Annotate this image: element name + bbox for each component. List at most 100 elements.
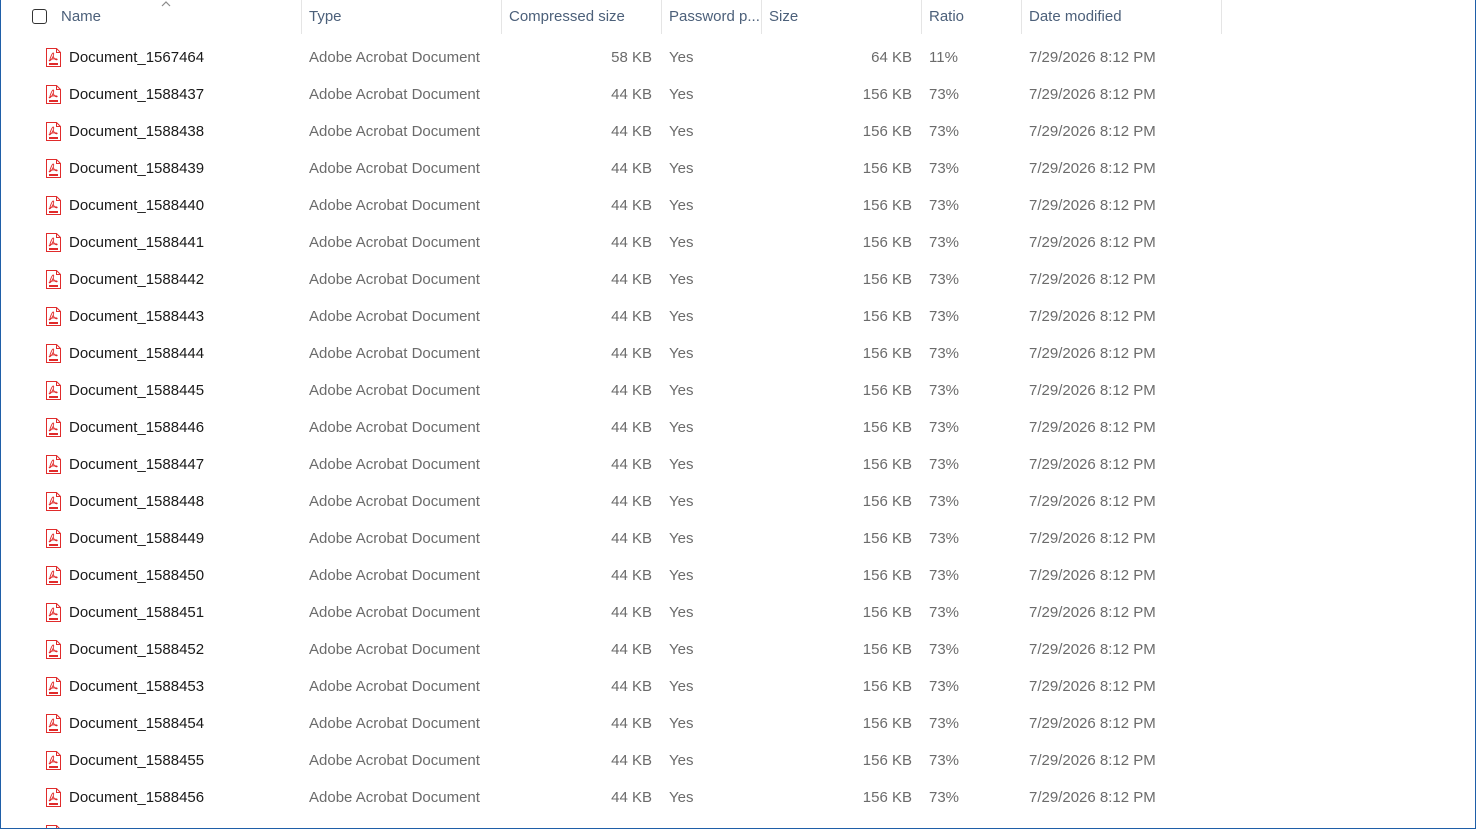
table-row[interactable]: Document_1588441 Adobe Acrobat Document 44… [1, 224, 1475, 261]
column-header-date-modified[interactable]: Date modified [1022, 0, 1221, 34]
file-size: 156 KB [862, 234, 912, 251]
file-size: 156 KB [862, 493, 912, 510]
file-type: Adobe Acrobat Document [309, 604, 480, 621]
compression-ratio: 73% [929, 530, 960, 547]
pdf-file-icon [46, 196, 61, 215]
date-modified: 7/29/2026 8:12 PM [1029, 604, 1156, 621]
pdf-file-icon [46, 492, 61, 511]
table-row[interactable] [1, 816, 1475, 828]
file-type: Adobe Acrobat Document [309, 789, 480, 806]
password-protected: Yes [669, 752, 694, 769]
column-header-password[interactable]: Password p... [662, 0, 761, 34]
file-type: Adobe Acrobat Document [309, 678, 480, 695]
date-modified: 7/29/2026 8:12 PM [1029, 530, 1156, 547]
file-name: Document_1588455 [69, 752, 205, 769]
file-name: Document_1588456 [69, 789, 205, 806]
compression-ratio: 73% [929, 752, 960, 769]
compression-ratio: 11% [929, 49, 958, 66]
password-protected: Yes [669, 234, 694, 251]
column-header-name[interactable]: Name [54, 0, 301, 34]
date-modified: 7/29/2026 8:12 PM [1029, 271, 1156, 288]
date-modified: 7/29/2026 8:12 PM [1029, 419, 1156, 436]
pdf-file-icon [46, 714, 61, 733]
compressed-size: 44 KB [611, 160, 652, 177]
table-row[interactable]: Document_1588451 Adobe Acrobat Document 44… [1, 594, 1475, 631]
column-header-type[interactable]: Type [302, 0, 501, 34]
password-protected: Yes [669, 567, 694, 584]
compression-ratio: 73% [929, 271, 960, 288]
pdf-file-icon [46, 566, 61, 585]
table-row[interactable]: Document_1588450 Adobe Acrobat Document 44… [1, 557, 1475, 594]
file-type: Adobe Acrobat Document [309, 715, 480, 732]
compressed-size: 44 KB [611, 789, 652, 806]
password-protected: Yes [669, 49, 694, 66]
file-type: Adobe Acrobat Document [309, 86, 480, 103]
column-header-compressed-size[interactable]: Compressed size [502, 0, 661, 34]
file-name: Document_1588454 [69, 715, 205, 732]
compression-ratio: 73% [929, 789, 960, 806]
table-row[interactable]: Document_1588445 Adobe Acrobat Document 44… [1, 372, 1475, 409]
compression-ratio: 73% [929, 86, 960, 103]
compression-ratio: 73% [929, 123, 960, 140]
password-protected: Yes [669, 382, 694, 399]
file-name: Document_1588442 [69, 271, 205, 288]
file-type: Adobe Acrobat Document [309, 123, 480, 140]
password-protected: Yes [669, 641, 694, 658]
file-size: 156 KB [862, 123, 912, 140]
password-protected: Yes [669, 604, 694, 621]
table-row[interactable]: Document_1567464 Adobe Acrobat Document 58… [1, 39, 1475, 76]
date-modified: 7/29/2026 8:12 PM [1029, 715, 1156, 732]
file-size: 156 KB [862, 419, 912, 436]
file-type: Adobe Acrobat Document [309, 160, 480, 177]
compressed-size: 58 KB [611, 49, 652, 66]
table-row[interactable]: Document_1588452 Adobe Acrobat Document 44… [1, 631, 1475, 668]
compression-ratio: 73% [929, 160, 960, 177]
file-size: 156 KB [862, 789, 912, 806]
compression-ratio: 73% [929, 345, 960, 362]
pdf-file-icon [46, 825, 60, 828]
compression-ratio: 73% [929, 678, 960, 695]
compression-ratio: 73% [929, 308, 960, 325]
table-row[interactable]: Document_1588444 Adobe Acrobat Document 44… [1, 335, 1475, 372]
date-modified: 7/29/2026 8:12 PM [1029, 160, 1156, 177]
table-row[interactable]: Document_1588448 Adobe Acrobat Document 44… [1, 483, 1475, 520]
file-type: Adobe Acrobat Document [309, 197, 480, 214]
password-protected: Yes [669, 123, 694, 140]
date-modified: 7/29/2026 8:12 PM [1029, 641, 1156, 658]
table-row[interactable]: Document_1588440 Adobe Acrobat Document 44… [1, 187, 1475, 224]
table-row[interactable]: Document_1588453 Adobe Acrobat Document 44… [1, 668, 1475, 705]
password-protected: Yes [669, 271, 694, 288]
file-name: Document_1588440 [69, 197, 205, 214]
file-size: 156 KB [862, 345, 912, 362]
file-name: Document_1588444 [69, 345, 205, 362]
table-row[interactable]: Document_1588449 Adobe Acrobat Document 44… [1, 520, 1475, 557]
file-type: Adobe Acrobat Document [309, 271, 480, 288]
column-header-ratio[interactable]: Ratio [922, 0, 1021, 34]
pdf-file-icon [46, 640, 61, 659]
table-row[interactable]: Document_1588437 Adobe Acrobat Document 44… [1, 76, 1475, 113]
table-row[interactable]: Document_1588456 Adobe Acrobat Document 44… [1, 779, 1475, 816]
file-name: Document_1588438 [69, 123, 205, 140]
password-protected: Yes [669, 197, 694, 214]
file-name: Document_1588449 [69, 530, 205, 547]
table-row[interactable]: Document_1588454 Adobe Acrobat Document 44… [1, 705, 1475, 742]
column-header-size[interactable]: Size [762, 0, 921, 34]
table-row[interactable]: Document_1588438 Adobe Acrobat Document 44… [1, 113, 1475, 150]
pdf-file-icon [46, 603, 61, 622]
table-row[interactable]: Document_1588443 Adobe Acrobat Document 44… [1, 298, 1475, 335]
file-type: Adobe Acrobat Document [309, 567, 480, 584]
file-type: Adobe Acrobat Document [309, 456, 480, 473]
table-row[interactable]: Document_1588442 Adobe Acrobat Document 44… [1, 261, 1475, 298]
compression-ratio: 73% [929, 382, 960, 399]
date-modified: 7/29/2026 8:12 PM [1029, 493, 1156, 510]
table-row[interactable]: Document_1588447 Adobe Acrobat Document 44… [1, 446, 1475, 483]
table-row[interactable]: Document_1588455 Adobe Acrobat Document 44… [1, 742, 1475, 779]
column-divider[interactable] [1221, 0, 1222, 34]
table-row[interactable]: Document_1588446 Adobe Acrobat Document 44… [1, 409, 1475, 446]
select-all-checkbox[interactable] [32, 9, 47, 24]
table-row[interactable]: Document_1588439 Adobe Acrobat Document 44… [1, 150, 1475, 187]
file-type: Adobe Acrobat Document [309, 530, 480, 547]
compressed-size: 44 KB [611, 197, 652, 214]
pdf-file-icon [46, 344, 61, 363]
compressed-size: 44 KB [611, 604, 652, 621]
